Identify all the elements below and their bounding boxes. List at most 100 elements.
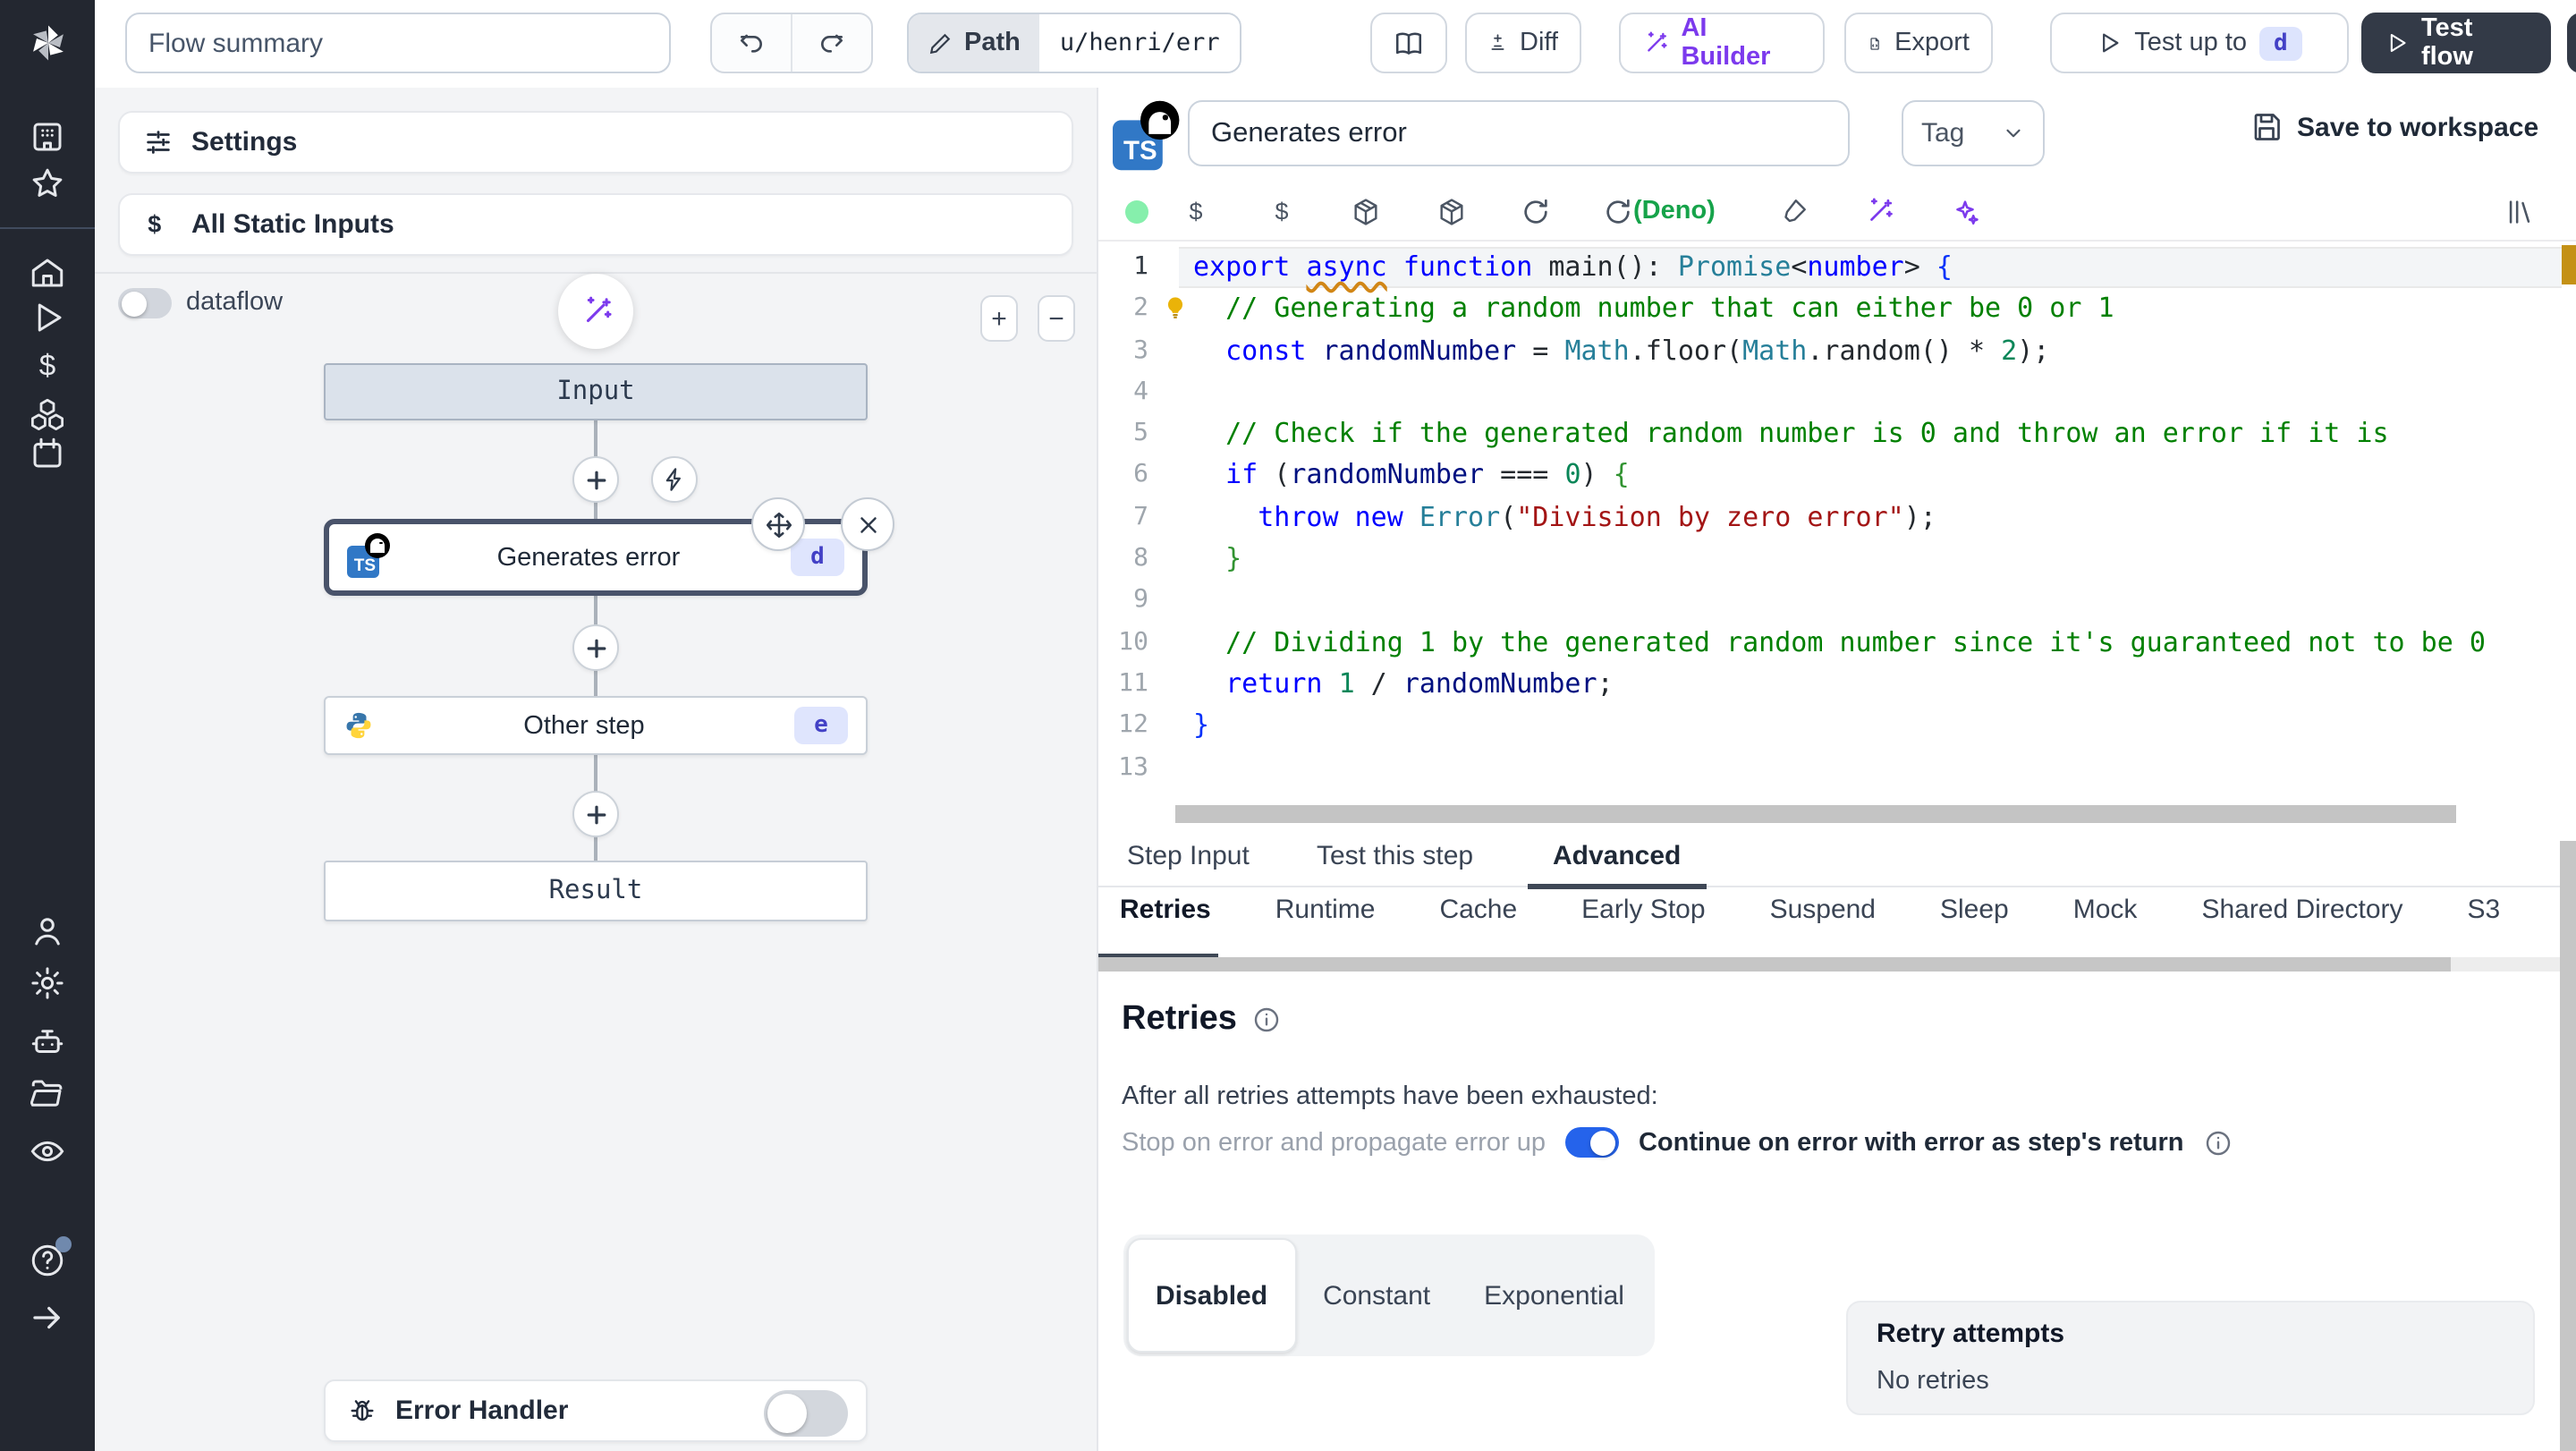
editor-horizontal-scrollbar[interactable] — [1175, 805, 2456, 823]
export-button[interactable]: Export — [1844, 13, 1993, 73]
package-icon[interactable] — [1351, 197, 1381, 227]
all-static-inputs-row[interactable]: $ All Static Inputs — [118, 193, 1073, 256]
info-icon[interactable] — [2204, 1128, 2233, 1157]
path-chip[interactable]: Path u/henri/err — [907, 13, 1241, 73]
collapse-arrow-icon[interactable] — [29, 1299, 66, 1336]
flow-settings-label: Settings — [191, 127, 298, 157]
line-number: 13 — [1118, 752, 1148, 782]
subtab-runtime[interactable]: Runtime — [1275, 895, 1376, 948]
magic-wand-icon — [1648, 30, 1667, 51]
dataflow-toggle[interactable] — [118, 288, 172, 318]
resources-icon[interactable] — [29, 395, 66, 433]
runtime-label[interactable]: (Deno) — [1633, 197, 1716, 225]
editor-code: export async function main(): Promise<nu… — [1193, 247, 2562, 789]
line-number: 12 — [1118, 710, 1148, 740]
flow-node-other-step[interactable]: Other step e — [324, 696, 868, 755]
add-step-button[interactable] — [572, 791, 619, 837]
library-icon[interactable] — [2504, 197, 2535, 227]
error-handler-row[interactable]: Error Handler — [324, 1379, 868, 1442]
step-name-input[interactable] — [1188, 100, 1850, 166]
test-flow-button[interactable]: Test flow — [2361, 13, 2551, 73]
path-value[interactable]: u/henri/err — [1039, 14, 1240, 72]
windmill-logo-icon[interactable] — [25, 20, 72, 66]
retry-mode-disabled[interactable]: Disabled — [1127, 1238, 1297, 1353]
reload-runtime-icon[interactable] — [1603, 197, 1633, 227]
favorites-star-icon[interactable] — [29, 165, 66, 202]
bug-icon — [351, 1400, 374, 1421]
subtab-retries[interactable]: Retries — [1098, 895, 1218, 959]
flow-node-result[interactable]: Result — [324, 861, 868, 921]
undo-button[interactable] — [712, 14, 791, 72]
tab-test-this-step[interactable]: Test this step — [1317, 841, 1473, 887]
panel-vertical-scrollbar[interactable] — [2560, 841, 2576, 1451]
help-icon[interactable] — [29, 1236, 72, 1279]
home-icon[interactable] — [29, 254, 66, 292]
flow-settings-row[interactable]: Settings — [118, 111, 1073, 174]
info-icon[interactable] — [1253, 1006, 1282, 1034]
subtab-s3[interactable]: S3 — [2468, 895, 2501, 948]
ai-builder-button[interactable]: AI Builder — [1619, 13, 1825, 73]
code-line: const randomNumber = Math.floor(Math.ran… — [1225, 334, 2050, 367]
format-brush-icon[interactable] — [1778, 197, 1809, 227]
runs-icon[interactable] — [29, 299, 66, 336]
resource-picker-icon[interactable]: $ — [1267, 197, 1297, 227]
audit-eye-icon[interactable] — [29, 1133, 66, 1170]
settings-gear-icon[interactable] — [29, 964, 66, 1002]
path-edit-segment[interactable]: Path — [909, 14, 1040, 72]
docs-button[interactable] — [1370, 13, 1447, 73]
workers-robot-icon[interactable] — [29, 1023, 66, 1061]
package-icon[interactable] — [1436, 197, 1467, 227]
subtab-suspend[interactable]: Suspend — [1770, 895, 1876, 948]
zoom-out-button[interactable]: − — [1038, 295, 1075, 342]
folders-icon[interactable] — [29, 1075, 66, 1113]
subtabs-scrollbar-thumb[interactable] — [1098, 957, 2451, 972]
redo-button[interactable] — [792, 14, 871, 72]
variable-picker-icon[interactable]: $ — [1181, 197, 1211, 227]
tab-advanced[interactable]: Advanced — [1528, 841, 1706, 889]
lightbulb-icon[interactable] — [1163, 295, 1188, 320]
ai-sparkles-icon[interactable] — [1950, 197, 1980, 227]
overflow-button-sliver[interactable] — [2567, 13, 2576, 73]
move-step-button[interactable] — [751, 497, 805, 551]
continue-on-error-label: Continue on error with error as step's r… — [1638, 1128, 2184, 1157]
retry-mode-constant[interactable]: Constant — [1296, 1238, 1457, 1353]
retry-attempts-value: No retries — [1877, 1367, 1989, 1396]
ai-flow-wand-button[interactable] — [558, 274, 633, 349]
play-icon — [2390, 33, 2406, 53]
diff-button[interactable]: Diff — [1465, 13, 1581, 73]
subtab-cache[interactable]: Cache — [1439, 895, 1517, 948]
subtabs-scrollbar-track[interactable] — [1098, 957, 2560, 972]
user-icon[interactable] — [29, 912, 66, 950]
flow-summary-input[interactable] — [125, 13, 671, 73]
subtab-mock[interactable]: Mock — [2073, 895, 2138, 948]
error-handler-toggle[interactable] — [764, 1389, 848, 1436]
variables-icon[interactable]: $ — [29, 347, 66, 385]
plus-icon — [586, 804, 606, 824]
add-step-button[interactable] — [572, 624, 619, 671]
line-number: 11 — [1118, 668, 1148, 698]
save-to-workspace-button[interactable]: Save to workspace — [2250, 111, 2538, 143]
subtab-sleep[interactable]: Sleep — [1940, 895, 2009, 948]
reload-icon[interactable] — [1521, 197, 1551, 227]
delete-step-button[interactable] — [841, 497, 894, 551]
magic-wand-icon[interactable] — [1864, 197, 1894, 227]
retry-mode-exponential[interactable]: Exponential — [1457, 1238, 1651, 1353]
play-icon — [2103, 33, 2119, 53]
continue-on-error-toggle[interactable] — [1564, 1127, 1619, 1158]
code-editor[interactable]: 1 2 3 4 5 6 7 8 9 10 11 12 13 export async function … — [1098, 242, 2576, 823]
sliders-icon — [147, 131, 170, 154]
step-id-badge: e — [793, 707, 848, 744]
subtab-early-stop[interactable]: Early Stop — [1581, 895, 1705, 948]
add-step-button[interactable] — [572, 456, 619, 503]
zoom-in-button[interactable]: + — [980, 295, 1018, 342]
code-line: export async function main(): Promise<nu… — [1193, 250, 1953, 283]
workspace-icon[interactable] — [29, 118, 66, 156]
schedules-icon[interactable] — [29, 435, 66, 472]
subtab-shared-directory[interactable]: Shared Directory — [2201, 895, 2402, 948]
test-up-to-button[interactable]: Test up to d — [2050, 13, 2349, 73]
add-trigger-button[interactable] — [651, 456, 698, 503]
flow-node-input[interactable]: Input — [324, 363, 868, 420]
svg-text:$: $ — [1275, 199, 1289, 225]
tab-step-input[interactable]: Step Input — [1127, 841, 1250, 887]
tag-select[interactable]: Tag — [1902, 100, 2045, 166]
